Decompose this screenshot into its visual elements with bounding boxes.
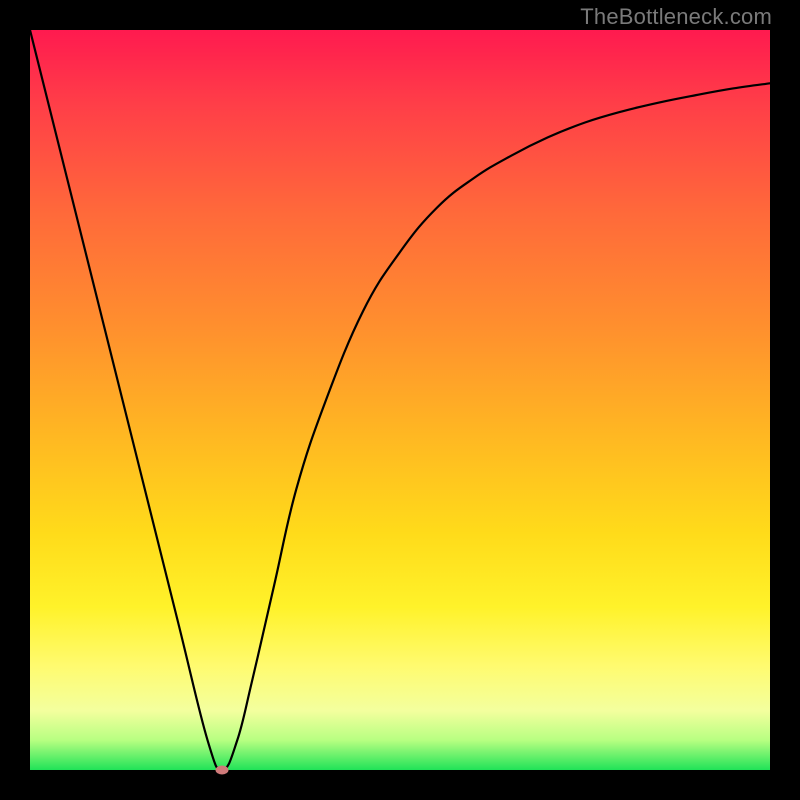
chart-frame: TheBottleneck.com: [0, 0, 800, 800]
minimum-marker: [216, 766, 229, 775]
bottleneck-curve: [30, 30, 770, 770]
watermark-text: TheBottleneck.com: [580, 4, 772, 30]
plot-area: [30, 30, 770, 770]
